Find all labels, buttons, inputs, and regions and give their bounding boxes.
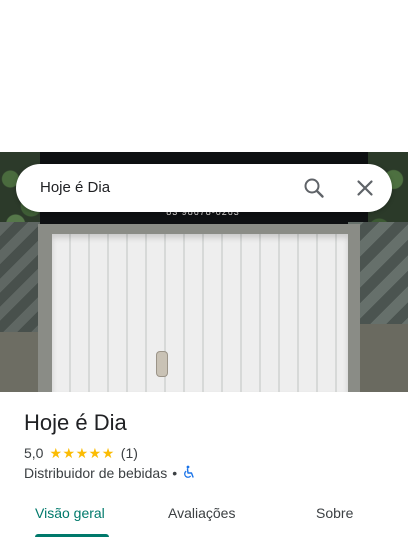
- wall-base: [358, 324, 408, 392]
- wheelchair-icon: [182, 465, 196, 482]
- star-icon: ★: [62, 445, 76, 461]
- door-handle: [157, 352, 167, 376]
- rating-row[interactable]: 5,0 ★ ★ ★ ★ ★ (1): [24, 445, 138, 461]
- rating-stars: ★ ★ ★ ★ ★: [49, 446, 114, 460]
- star-icon: ★: [88, 445, 102, 461]
- star-icon: ★: [75, 445, 89, 461]
- search-icon[interactable]: [302, 176, 326, 200]
- active-tab-indicator: [35, 534, 109, 537]
- wall-base: [0, 332, 38, 392]
- blank-area: [0, 0, 408, 152]
- category-row: Distribuidor de bebidas •: [24, 465, 196, 481]
- search-query[interactable]: Hoje é Dia: [40, 179, 110, 196]
- tab-about[interactable]: Sobre: [316, 505, 353, 521]
- tab-reviews[interactable]: Avaliações: [168, 505, 235, 521]
- star-icon: ★: [49, 445, 63, 461]
- place-tabs: Visão geral Avaliações Sobre: [0, 496, 408, 544]
- tab-overview[interactable]: Visão geral: [35, 505, 105, 521]
- garage-door: [52, 234, 348, 392]
- close-icon[interactable]: [353, 176, 377, 200]
- star-icon: ★: [101, 445, 115, 461]
- review-count[interactable]: (1): [121, 445, 138, 461]
- place-title: Hoje é Dia: [24, 410, 127, 435]
- place-category: Distribuidor de bebidas: [24, 465, 168, 481]
- separator-dot: •: [172, 465, 178, 481]
- rating-value: 5,0: [24, 445, 44, 461]
- search-bar[interactable]: Hoje é Dia: [16, 164, 392, 212]
